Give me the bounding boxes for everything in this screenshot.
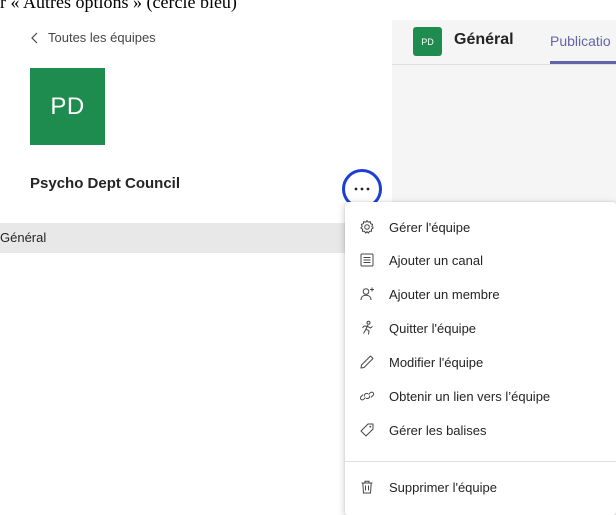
back-link-label: Toutes les équipes (48, 30, 156, 45)
menu-item-delete-team[interactable]: Supprimer l'équipe (345, 472, 616, 502)
channel-icon (360, 253, 374, 267)
menu-item-label: Ajouter un canal (389, 252, 483, 268)
menu-item-label: Gérer l'équipe (389, 219, 471, 235)
menu-item-label: Modifier l'équipe (389, 354, 484, 370)
menu-item-label: Ajouter un membre (389, 286, 500, 302)
menu-item-add-channel[interactable]: Ajouter un canal (345, 245, 616, 275)
channel-team-avatar: PD (413, 27, 442, 56)
tag-icon (360, 423, 374, 437)
menu-item-leave-team[interactable]: Quitter l'équipe (345, 313, 616, 343)
menu-divider (345, 461, 616, 462)
pencil-icon (360, 355, 374, 369)
leave-icon (362, 320, 373, 335)
menu-item-label: Gérer les balises (389, 422, 487, 438)
menu-item-label: Obtenir un lien vers l’équipe (389, 388, 551, 404)
teams-screenshot: r « Autres options » (cercle bleu) Toute… (0, 0, 616, 515)
caption-text: r « Autres options » (cercle bleu) (0, 0, 237, 12)
ellipsis-icon (354, 187, 370, 191)
team-name: Psycho Dept Council (30, 175, 181, 192)
menu-item-manage-team[interactable]: Gérer l'équipe (345, 212, 616, 242)
menu-item-label: Quitter l'équipe (389, 320, 477, 336)
chevron-left-icon (31, 32, 38, 43)
menu-item-add-member[interactable]: Ajouter un membre (345, 279, 616, 309)
menu-item-edit-team[interactable]: Modifier l'équipe (345, 347, 616, 377)
gear-icon (360, 220, 374, 234)
channel-item-general[interactable]: Général (0, 223, 392, 253)
channel-header: PD Général Publicatio (392, 20, 616, 65)
add-person-icon (360, 287, 374, 301)
team-panel: Toutes les équipes PD Psycho Dept Counci… (0, 20, 392, 515)
menu-item-label: Supprimer l'équipe (389, 479, 497, 495)
trash-icon (361, 480, 373, 494)
link-icon (359, 391, 375, 401)
channel-title: Général (454, 31, 514, 48)
tab-active-indicator (550, 61, 616, 64)
team-avatar: PD (30, 68, 105, 145)
back-to-all-teams-link[interactable]: Toutes les équipes (30, 30, 156, 45)
tab-posts[interactable]: Publicatio (550, 33, 611, 49)
channel-item-label: Général (0, 230, 47, 245)
team-options-menu: Gérer l'équipe Ajouter un canal Ajouter … (345, 202, 616, 515)
menu-item-get-link[interactable]: Obtenir un lien vers l’équipe (345, 381, 616, 411)
menu-item-manage-tags[interactable]: Gérer les balises (345, 415, 616, 445)
